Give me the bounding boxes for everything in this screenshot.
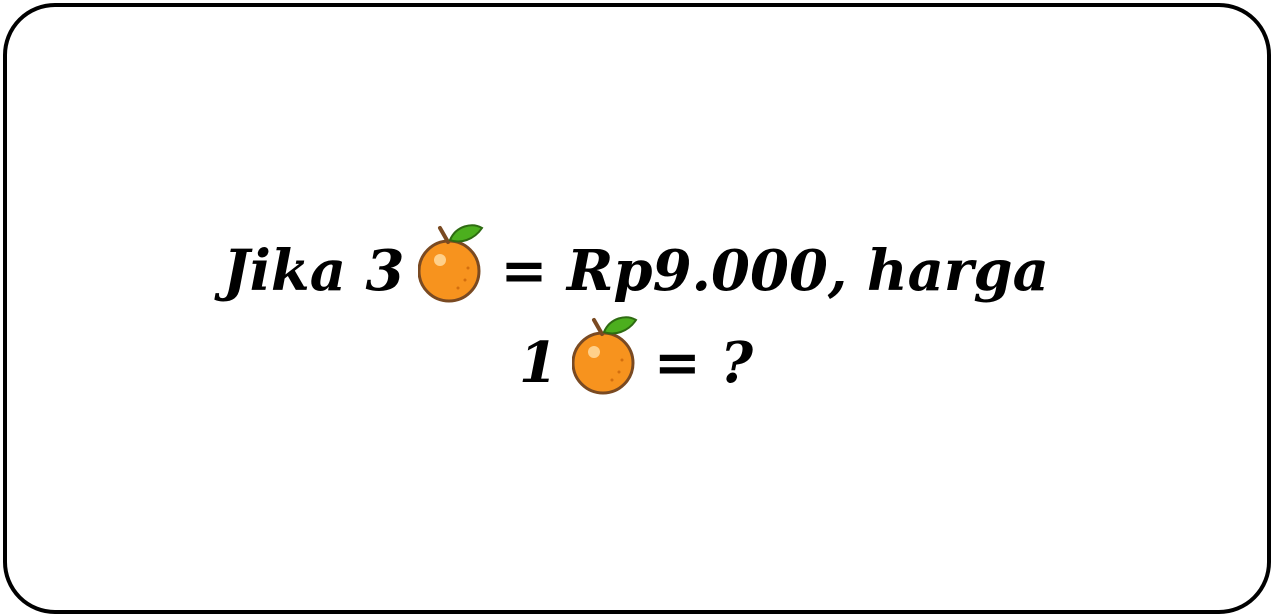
question-line-2: 1 = ?	[0, 312, 1272, 404]
question-text: Jika 3 = Rp9.000, harga 1 = ?	[0, 220, 1272, 404]
question-line-2-prefix: 1	[518, 330, 558, 396]
orange-icon	[571, 312, 640, 396]
question-line-1: Jika 3 = Rp9.000, harga	[0, 220, 1272, 312]
orange-icon	[418, 220, 486, 304]
question-line-2-suffix: = ?	[653, 330, 754, 396]
question-line-1-prefix: Jika 3	[223, 238, 405, 304]
question-line-1-suffix: = Rp9.000, harga	[500, 238, 1049, 304]
